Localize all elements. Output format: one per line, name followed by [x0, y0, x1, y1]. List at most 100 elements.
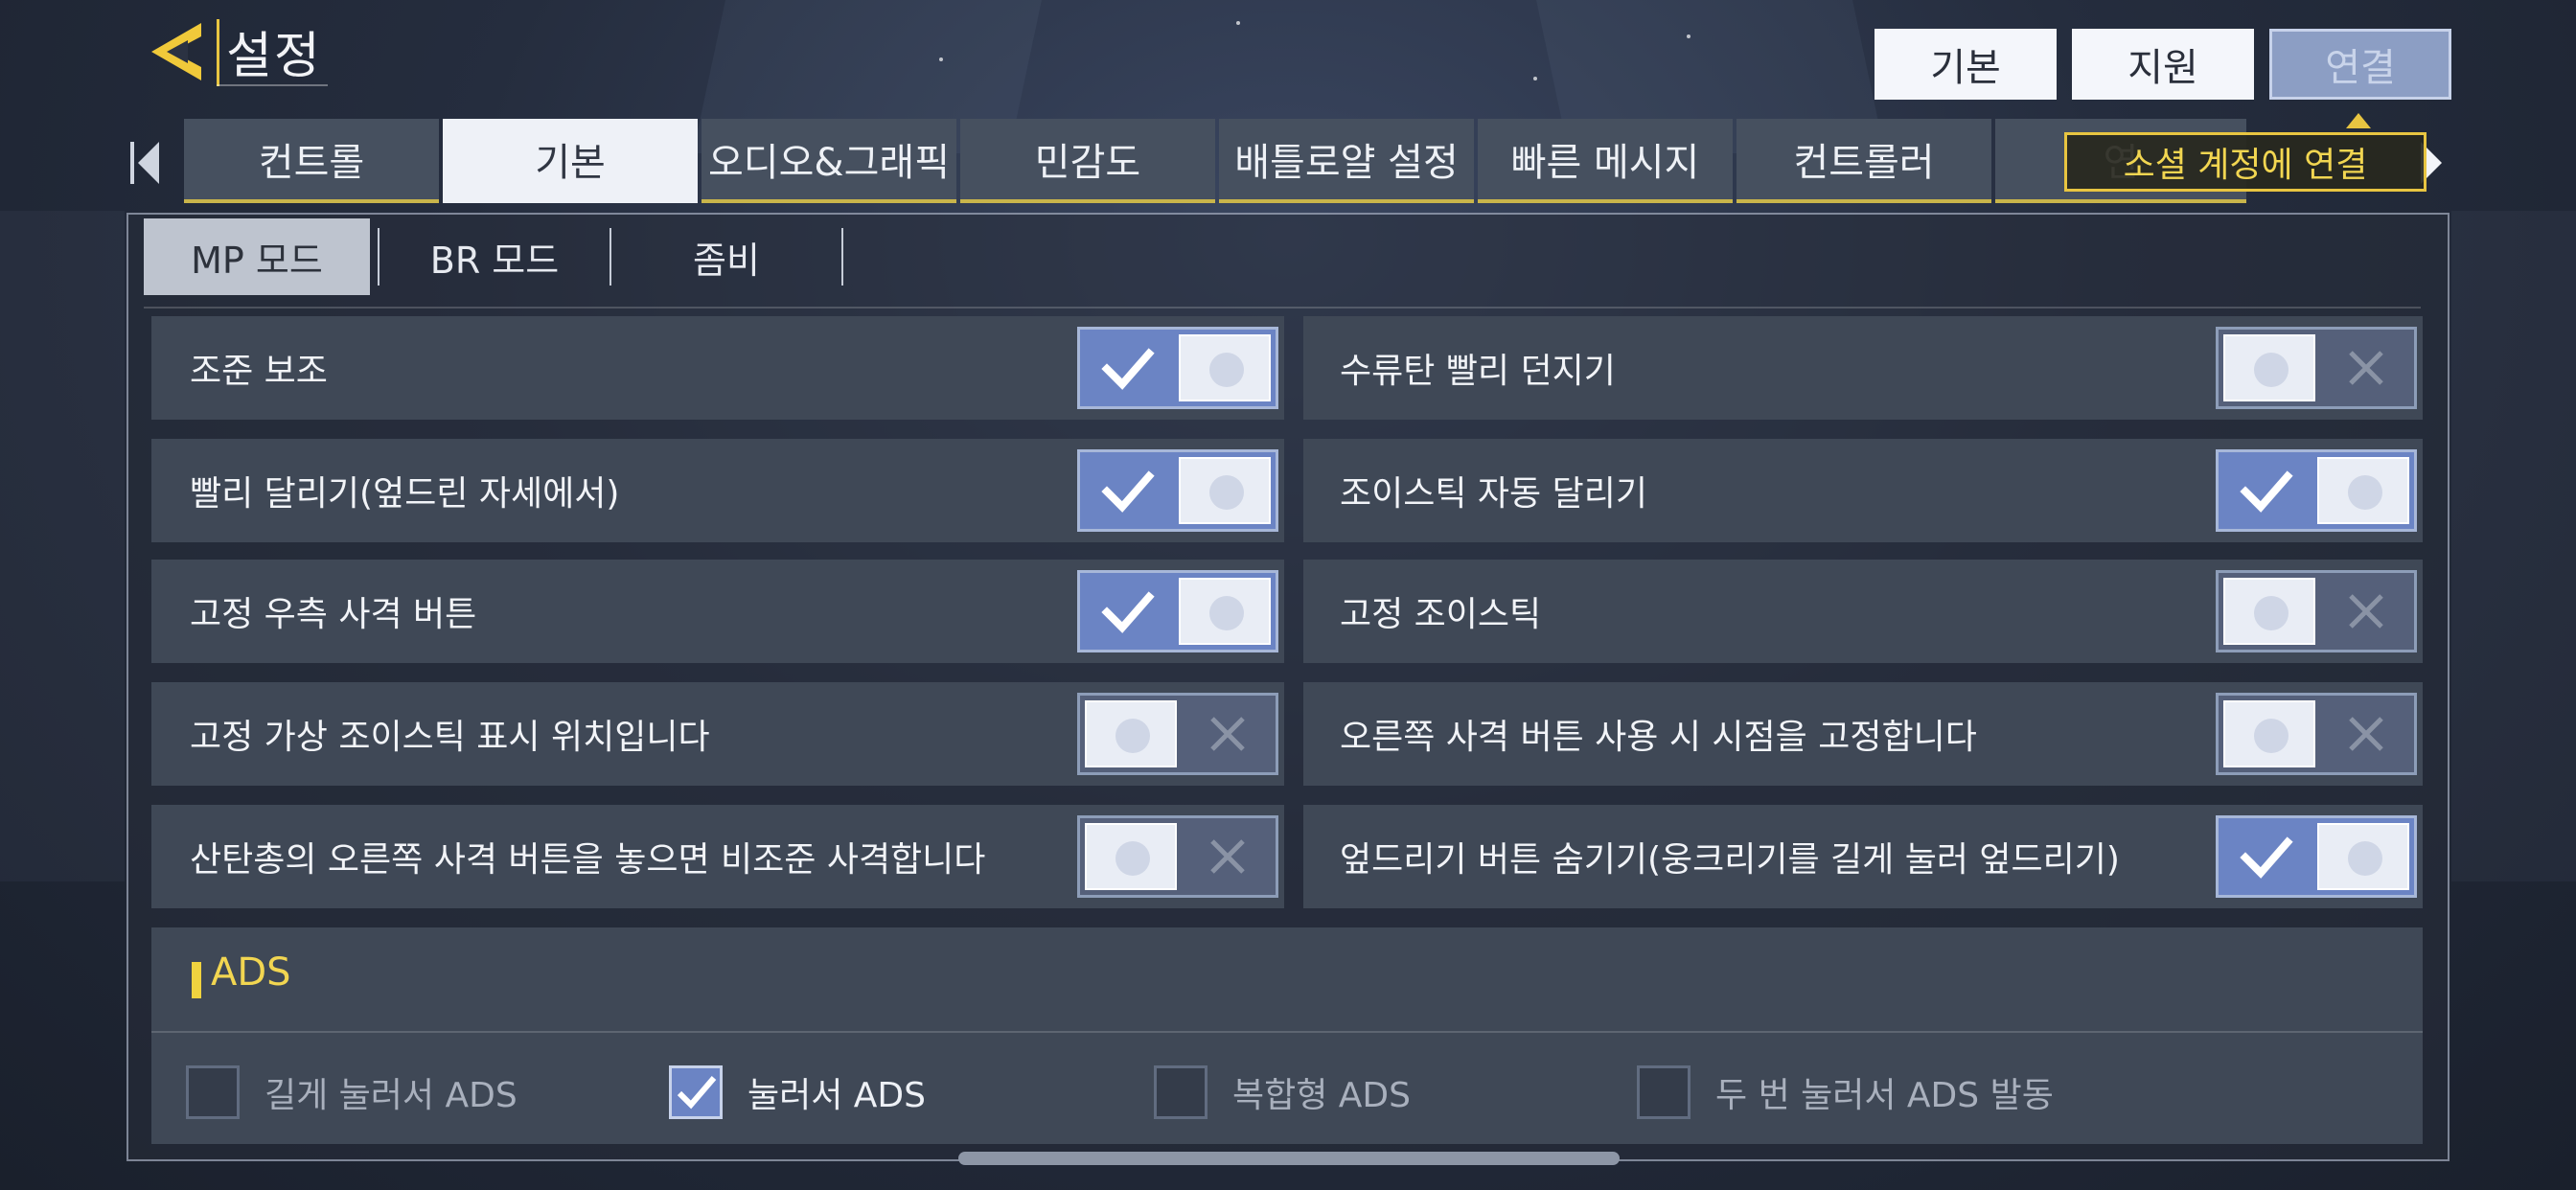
ads-section: ADS 길게 눌러서 ADS 눌러서 ADS 복합형 ADS 두 번 눌러서 ADS … — [151, 927, 2423, 1144]
page-title: 설정 — [226, 28, 322, 85]
checkbox-double-tap-ads[interactable]: 두 번 눌러서 ADS 발동 — [1637, 1065, 2054, 1119]
background-star — [1533, 77, 1537, 80]
tab-general[interactable]: 기본 — [443, 119, 698, 203]
checkbox-box[interactable] — [669, 1065, 723, 1119]
mode-tab-bar: MP 모드 BR 모드 좀비 — [144, 218, 843, 295]
background-star — [939, 57, 943, 61]
tab-controls[interactable]: 컨트롤 — [184, 119, 439, 203]
toggle-knob — [2317, 823, 2409, 890]
checkbox-hybrid-ads[interactable]: 복합형 ADS — [1154, 1065, 1411, 1119]
setting-row-fixed-right-fire: 고정 우측 사격 버튼 — [151, 560, 1284, 663]
check-icon — [2240, 470, 2293, 513]
toggle-switch[interactable] — [2216, 693, 2417, 775]
toggle-knob — [2223, 700, 2315, 767]
toggle-mark — [1080, 452, 1176, 529]
setting-row-fixed-view-right-fire: 오른쪽 사격 버튼 사용 시 시점을 고정합니다 — [1303, 682, 2423, 786]
checkbox-box[interactable] — [1637, 1065, 1690, 1119]
toggle-knob — [2223, 578, 2315, 645]
toggle-switch[interactable] — [1077, 327, 1278, 409]
toggle-switch[interactable] — [1077, 815, 1278, 898]
toggle-switch[interactable] — [1077, 570, 1278, 652]
checkbox-box[interactable] — [186, 1065, 240, 1119]
section-marker — [192, 962, 201, 998]
checkbox-box[interactable] — [1154, 1065, 1208, 1119]
tab-connect[interactable]: 연결 — [2269, 29, 2451, 100]
toggle-mark — [1080, 330, 1176, 406]
divider — [144, 307, 2421, 309]
tab-controller[interactable]: 컨트롤러 — [1736, 119, 1991, 203]
checkbox-hold-ads[interactable]: 길게 눌러서 ADS — [186, 1065, 518, 1119]
setting-label: 산탄총의 오른쪽 사격 버튼을 놓으면 비조준 사격합니다 — [190, 840, 986, 880]
toggle-mark — [2318, 330, 2414, 406]
tab-support[interactable]: 지원 — [2072, 29, 2254, 100]
toggle-switch[interactable] — [2216, 449, 2417, 532]
close-icon — [2349, 717, 2383, 751]
close-icon — [1210, 717, 1245, 751]
checkbox-tap-ads[interactable]: 눌러서 ADS — [669, 1065, 926, 1119]
background-shape — [0, 211, 125, 881]
toggle-mark — [1080, 573, 1176, 650]
knob-dot — [1209, 353, 1244, 387]
tab-br-mode[interactable]: BR 모드 — [380, 218, 610, 295]
toggle-mark — [1180, 696, 1276, 772]
scroll-left-button[interactable] — [130, 136, 165, 190]
tab-quick-message[interactable]: 빠른 메시지 — [1478, 119, 1733, 203]
toggle-switch[interactable] — [1077, 693, 1278, 775]
setting-label: 수류탄 빨리 던지기 — [1340, 352, 1616, 391]
knob-dot — [1116, 841, 1150, 876]
toggle-knob — [1085, 700, 1177, 767]
close-icon — [1210, 839, 1245, 874]
section-title: ADS — [211, 950, 291, 995]
setting-label: 고정 조이스틱 — [1340, 595, 1542, 634]
setting-row-fixed-joystick-position: 고정 가상 조이스틱 표시 위치입니다 — [151, 682, 1284, 786]
toggle-switch[interactable] — [1077, 449, 1278, 532]
setting-row-shotgun-hipfire: 산탄총의 오른쪽 사격 버튼을 놓으면 비조준 사격합니다 — [151, 805, 1284, 908]
knob-dot — [2254, 353, 2288, 387]
divider — [151, 1031, 2423, 1033]
toggle-switch[interactable] — [2216, 815, 2417, 898]
back-button[interactable] — [142, 17, 211, 86]
setting-row-hide-prone-button: 엎드리기 버튼 숨기기(웅크리기를 길게 눌러 엎드리기) — [1303, 805, 2423, 908]
tab-sensitivity[interactable]: 민감도 — [960, 119, 1215, 203]
divider — [217, 19, 219, 86]
close-icon — [2349, 594, 2383, 629]
tab-basic[interactable]: 기본 — [1874, 29, 2057, 100]
knob-dot — [2348, 475, 2382, 510]
check-icon — [1101, 591, 1155, 633]
knob-dot — [1209, 596, 1244, 630]
scrollbar[interactable] — [958, 1152, 1620, 1165]
tab-zombie[interactable]: 좀비 — [611, 218, 841, 295]
toggle-knob — [1179, 334, 1271, 401]
toggle-knob — [1179, 578, 1271, 645]
toggle-knob — [2317, 457, 2409, 524]
knob-dot — [2348, 841, 2382, 876]
setting-row-fixed-joystick: 고정 조이스틱 — [1303, 560, 2423, 663]
checkbox-label: 두 번 눌러서 ADS 발동 — [1715, 1076, 2054, 1115]
tab-mp-mode[interactable]: MP 모드 — [144, 218, 370, 295]
knob-dot — [2254, 719, 2288, 753]
close-icon — [2349, 351, 2383, 385]
toggle-mark — [1180, 818, 1276, 895]
connect-tooltip: 소셜 계정에 연결 — [2064, 132, 2426, 192]
check-icon — [2240, 836, 2293, 879]
knob-dot — [2254, 596, 2288, 630]
setting-label: 고정 우측 사격 버튼 — [190, 595, 477, 634]
toggle-knob — [2223, 334, 2315, 401]
toggle-switch[interactable] — [2216, 570, 2417, 652]
knob-dot — [1209, 475, 1244, 510]
toggle-mark — [2318, 696, 2414, 772]
toggle-knob — [1085, 823, 1177, 890]
setting-label: 엎드리기 버튼 숨기기(웅크리기를 길게 눌러 엎드리기) — [1340, 840, 2120, 880]
tab-battle-royale[interactable]: 배틀로얄 설정 — [1219, 119, 1474, 203]
setting-label: 조준 보조 — [190, 352, 328, 391]
checkbox-label: 길게 눌러서 ADS — [264, 1076, 518, 1115]
setting-row-quick-sprint-prone: 빨리 달리기(엎드린 자세에서) — [151, 439, 1284, 542]
check-icon — [1101, 348, 1155, 390]
toggle-switch[interactable] — [2216, 327, 2417, 409]
tab-audio-graphics[interactable]: 오디오&그래픽 — [702, 119, 956, 203]
setting-row-joystick-auto-sprint: 조이스틱 자동 달리기 — [1303, 439, 2423, 542]
divider — [217, 84, 328, 86]
toggle-mark — [2318, 573, 2414, 650]
background-shape — [2451, 211, 2576, 881]
top-tab-bar: 기본 지원 연결 — [1874, 29, 2451, 100]
